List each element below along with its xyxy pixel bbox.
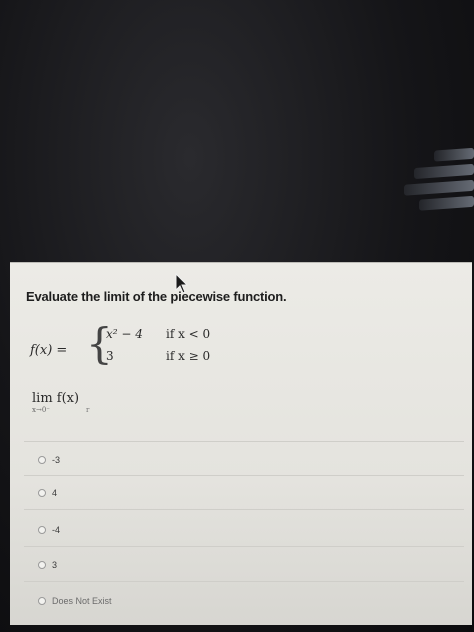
option-label: 4 <box>52 488 58 498</box>
radio-button[interactable] <box>38 597 46 605</box>
mouse-cursor-icon <box>175 273 189 294</box>
divider <box>24 509 464 510</box>
limit-subscript: x→0⁻ <box>32 406 50 414</box>
case-2-condition: if x ≥ 0 <box>166 349 211 363</box>
glare-bar <box>419 195 474 211</box>
case-1-condition: if x < 0 <box>166 327 211 341</box>
glare-bar <box>414 163 474 180</box>
option-label: -3 <box>52 455 61 465</box>
answer-option-2[interactable]: 4 <box>38 488 57 498</box>
limit-expression: lim f(x) <box>32 391 80 406</box>
answer-option-1[interactable]: -3 <box>38 455 60 465</box>
answer-option-5[interactable]: Does Not Exist <box>38 596 112 606</box>
radio-button[interactable] <box>38 456 46 464</box>
function-name: f(x) = <box>30 343 68 358</box>
screen-glare <box>355 146 474 234</box>
radio-button[interactable] <box>38 526 46 534</box>
answer-option-4[interactable]: 3 <box>38 560 57 570</box>
glare-bar <box>404 179 474 196</box>
case-2-expression: 3 <box>106 349 114 363</box>
divider <box>24 475 464 476</box>
answer-option-3[interactable]: -4 <box>38 525 60 535</box>
radio-button[interactable] <box>38 561 46 569</box>
glare-bar <box>434 147 474 162</box>
question-title: Evaluate the limit of the piecewise func… <box>26 289 287 304</box>
option-label: -4 <box>52 525 61 535</box>
case-1-expression: x² − 4 <box>106 327 143 341</box>
option-label: 3 <box>52 560 58 570</box>
option-label: Does Not Exist <box>52 596 112 606</box>
question-panel: Evaluate the limit of the piecewise func… <box>10 262 472 625</box>
divider <box>24 546 464 547</box>
divider <box>24 581 464 582</box>
radio-button[interactable] <box>38 489 46 497</box>
divider <box>24 441 464 442</box>
limit-subscript-extra: r <box>86 406 90 414</box>
monitor-screen: Evaluate the limit of the piecewise func… <box>0 0 474 632</box>
